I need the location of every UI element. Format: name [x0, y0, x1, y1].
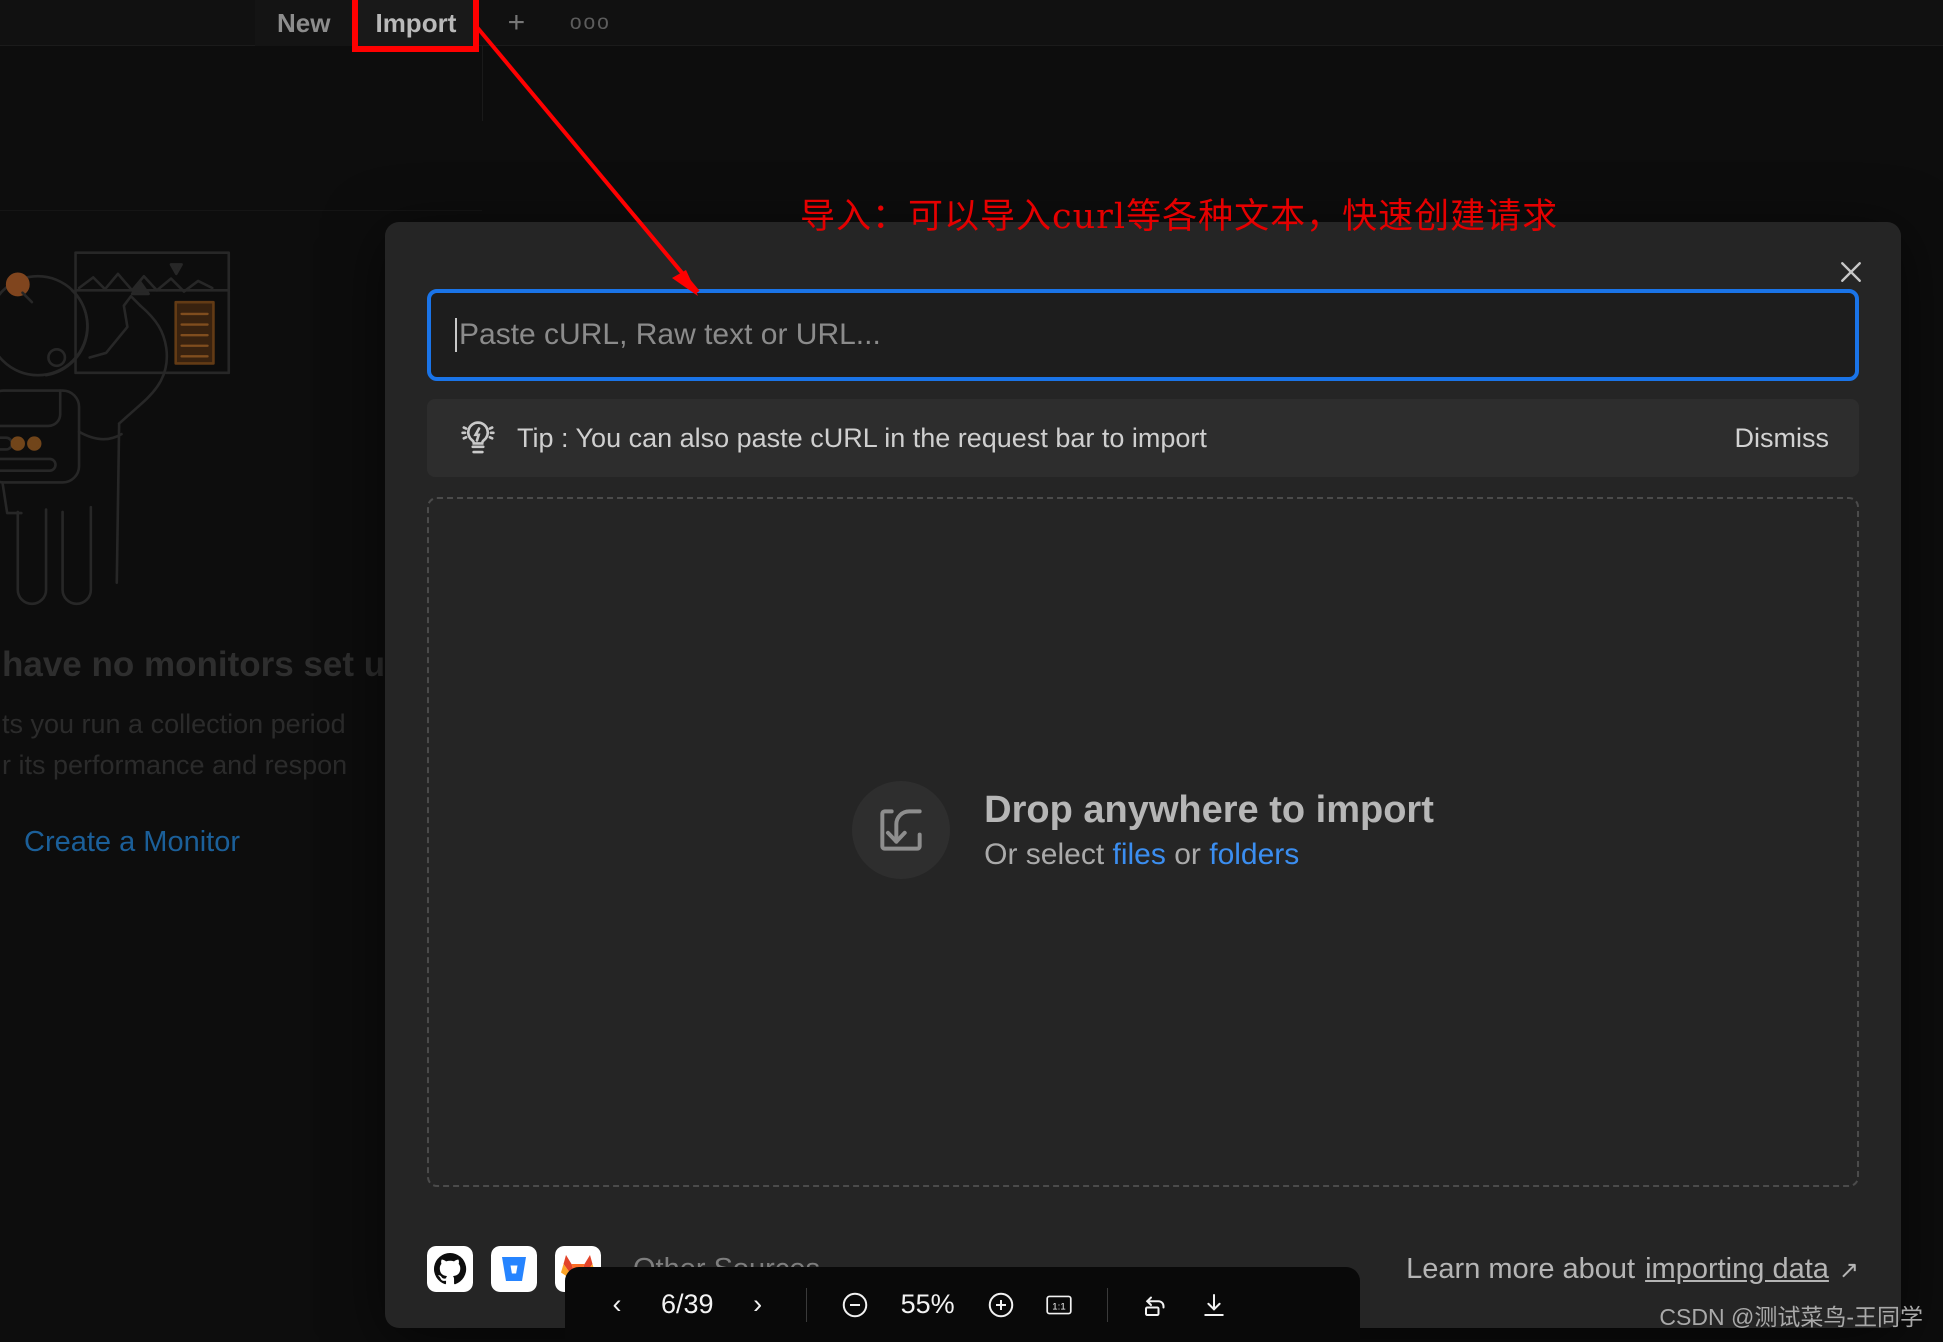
importing-data-link-text: importing data	[1645, 1252, 1829, 1285]
import-arrow-icon	[852, 781, 951, 879]
dismiss-button[interactable]: Dismiss	[1735, 423, 1830, 454]
zoom-in-icon[interactable]	[975, 1279, 1027, 1331]
zoom-out-icon[interactable]	[829, 1279, 881, 1331]
select-folders-link[interactable]: folders	[1209, 838, 1299, 871]
next-page-glyph: ›	[753, 1289, 763, 1319]
astronaut-monitoring-illustration	[0, 251, 231, 606]
app-top-bar: New Import + ooo	[0, 0, 1943, 46]
lightbulb-idea-icon	[461, 421, 495, 454]
download-icon[interactable]	[1188, 1279, 1240, 1331]
text-caret	[455, 318, 457, 352]
zoom-level[interactable]: 55%	[887, 1289, 969, 1320]
dropzone-headline: Drop anywhere to import	[984, 788, 1434, 831]
paste-input-placeholder: Paste cURL, Raw text or URL...	[459, 318, 881, 351]
prev-page-button[interactable]: ‹	[591, 1279, 643, 1331]
vertical-divider	[482, 46, 483, 121]
pdf-viewer-toolbar: ‹ 6/39 › 55% 1:1	[565, 1267, 1360, 1342]
dropzone-text: Drop anywhere to import Or select files …	[984, 789, 1434, 872]
dropzone-sub-prefix: Or select	[984, 837, 1113, 871]
toolbar-separator-1	[805, 1287, 807, 1322]
dropzone-sub-middle: or	[1165, 837, 1210, 871]
select-files-link[interactable]: files	[1113, 838, 1166, 871]
prev-page-glyph: ‹	[612, 1289, 622, 1319]
screen-root: New Import + ooo have no monitors set up…	[0, 0, 1943, 1342]
toolbar-separator-2	[1106, 1287, 1108, 1322]
tab-new-label: New	[277, 7, 331, 38]
svg-text:1:1: 1:1	[1052, 1301, 1065, 1312]
dropzone-subline: Or select files or folders	[984, 838, 1434, 872]
page-indicator: 6/39	[661, 1289, 714, 1319]
bitbucket-icon[interactable]	[491, 1246, 537, 1292]
dropzone-content: Drop anywhere to import Or select files …	[852, 781, 1434, 879]
horizontal-divider	[0, 210, 482, 211]
file-dropzone[interactable]: Drop anywhere to import Or select files …	[427, 497, 1859, 1187]
ellipsis-icon[interactable]: ooo	[553, 0, 627, 46]
tip-banner: Tip : You can also paste cURL in the req…	[427, 399, 1859, 477]
csdn-watermark: CSDN @测试菜鸟-王同学	[1659, 1304, 1923, 1330]
annotation-highlight-box	[352, 0, 479, 52]
plus-glyph: +	[507, 6, 526, 39]
learn-more-prefix: Learn more about	[1406, 1252, 1636, 1285]
learn-more-link[interactable]: Learn more about importing data ↗	[1406, 1253, 1859, 1286]
external-link-icon: ↗	[1838, 1256, 1859, 1284]
import-modal: Paste cURL, Raw text or URL... Tip : You…	[385, 222, 1901, 1328]
tip-text: Tip : You can also paste cURL in the req…	[517, 422, 1207, 453]
rotate-icon[interactable]	[1130, 1279, 1182, 1331]
paste-input[interactable]: Paste cURL, Raw text or URL...	[427, 289, 1859, 381]
github-icon[interactable]	[427, 1246, 473, 1292]
plus-icon[interactable]: +	[479, 0, 553, 46]
next-page-button[interactable]: ›	[732, 1279, 784, 1331]
ellipsis-glyph: ooo	[569, 11, 611, 34]
annotation-text: 导入：可以导入curl等各种文本，快速创建请求	[800, 197, 1559, 237]
tab-new[interactable]: New	[255, 0, 354, 46]
actual-size-icon[interactable]: 1:1	[1033, 1279, 1085, 1331]
